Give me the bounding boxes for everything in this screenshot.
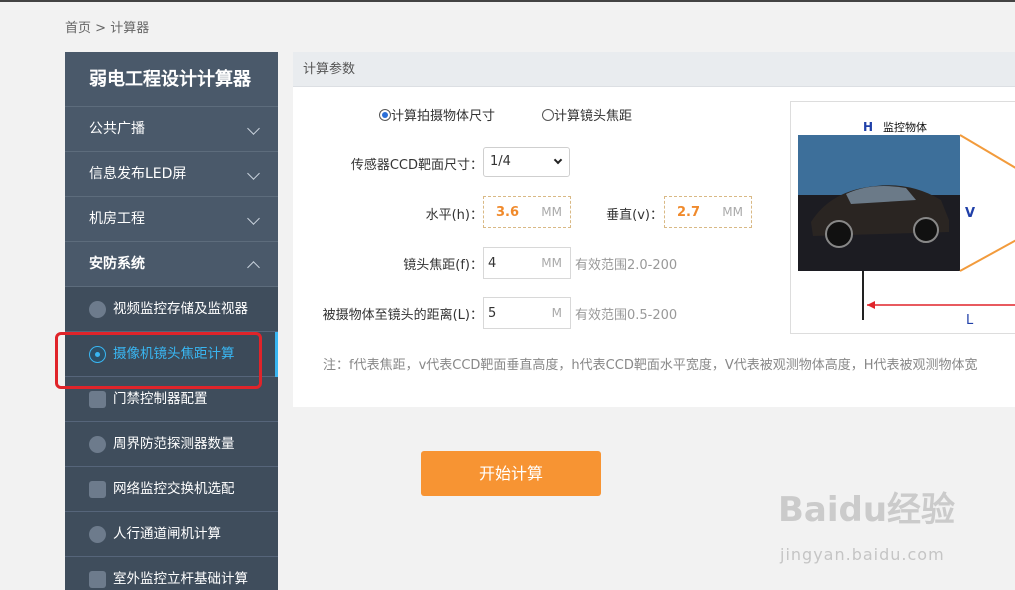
watermark-logo: Baidu经验	[778, 490, 956, 530]
category-label: 信息发布LED屏	[89, 166, 187, 182]
diagram-v-label: V	[965, 206, 975, 221]
diagram-h-label: H	[863, 120, 873, 134]
sidebar-item-label: 视频监控存储及监视器	[113, 301, 248, 317]
car-photo	[798, 135, 960, 271]
focal-value: 4	[488, 256, 497, 271]
distance-input[interactable]: 5 M	[483, 297, 571, 329]
sensor-select-value: 1/4	[490, 154, 511, 169]
sidebar-item-label: 网络监控交换机选配	[113, 481, 235, 497]
unit-label: MM	[722, 205, 743, 219]
sidebar-item-turnstile[interactable]: 人行通道闸机计算	[65, 512, 278, 557]
calc-panel: 计算参数 计算拍摄物体尺寸 计算镜头焦距 传感器CCD靶面尺寸： 1/4 水平(…	[293, 52, 1015, 407]
radio-label: 计算拍摄物体尺寸	[391, 109, 496, 124]
sensor-icon	[89, 436, 106, 453]
unit-label: MM	[541, 256, 562, 270]
vertical-field: 2.7 MM	[664, 196, 752, 228]
radio-unchecked-icon[interactable]	[542, 109, 554, 121]
unit-label: MM	[541, 205, 562, 219]
category-label: 安防系统	[89, 256, 145, 272]
breadcrumb-home[interactable]: 首页	[65, 21, 91, 36]
radio-calc-focal[interactable]: 计算镜头焦距	[542, 105, 632, 124]
diagram-l-label: L	[966, 313, 974, 328]
chevron-up-icon	[247, 261, 260, 274]
sidebar-item-label: 门禁控制器配置	[113, 391, 208, 407]
diagram-object-label: 监控物体	[883, 120, 927, 134]
category-label: 机房工程	[89, 211, 145, 227]
sidebar-title: 弱电工程设计计算器	[65, 52, 278, 107]
category-label: 公共广播	[89, 121, 145, 137]
sidebar-item-label: 人行通道闸机计算	[113, 526, 221, 542]
radio-label: 计算镜头焦距	[554, 109, 633, 124]
door-icon	[89, 391, 106, 408]
distance-label: 被摄物体至镜头的距离(L)：	[322, 308, 483, 323]
horizontal-label: 水平(h)：	[425, 208, 483, 223]
chevron-down-icon	[247, 167, 260, 180]
formula-note: 注：f代表焦距，v代表CCD靶面垂直高度，h代表CCD靶面水平宽度，V代表被观测…	[323, 358, 978, 373]
top-border	[0, 0, 1015, 2]
camera-diagram: H 监控物体 V L	[790, 101, 1015, 334]
focal-hint: 有效范围2.0-200	[575, 258, 678, 273]
horizontal-value: 3.6	[496, 205, 520, 220]
camera-icon	[89, 301, 106, 318]
sensor-label: 传感器CCD靶面尺寸：	[350, 158, 483, 173]
distance-value: 5	[488, 306, 497, 321]
sidebar-item-label: 室外监控立杆基础计算	[113, 571, 248, 587]
breadcrumb-current: 计算器	[110, 21, 150, 36]
chevron-down-icon	[247, 122, 260, 135]
sidebar-category-machine-room[interactable]: 机房工程	[65, 197, 278, 242]
diagram-svg: H 监控物体 V L	[798, 120, 1015, 328]
panel-header: 计算参数	[293, 52, 1015, 87]
sensor-select[interactable]: 1/4	[483, 147, 570, 177]
sidebar-item-perimeter[interactable]: 周界防范探测器数量	[65, 422, 278, 467]
vertical-value: 2.7	[677, 205, 701, 220]
sidebar-item-label: 周界防范探测器数量	[113, 436, 235, 452]
focal-input[interactable]: 4 MM	[483, 247, 571, 279]
radio-checked-icon[interactable]	[379, 109, 391, 121]
focal-label: 镜头焦距(f)：	[403, 258, 483, 273]
sidebar-category-broadcast[interactable]: 公共广播	[65, 107, 278, 152]
gate-icon	[89, 526, 106, 543]
sidebar-category-security[interactable]: 安防系统	[65, 242, 278, 287]
chevron-down-icon	[247, 212, 260, 225]
sidebar-item-pole-foundation[interactable]: 室外监控立杆基础计算	[65, 557, 278, 590]
breadcrumb: 首页 > 计算器	[65, 17, 149, 36]
radio-calc-size[interactable]: 计算拍摄物体尺寸	[379, 105, 495, 124]
sidebar-item-video-storage[interactable]: 视频监控存储及监视器	[65, 287, 278, 332]
switch-icon	[89, 481, 106, 498]
highlight-annotation	[55, 332, 262, 389]
sidebar-item-switch[interactable]: 网络监控交换机选配	[65, 467, 278, 512]
unit-label: M	[551, 306, 562, 320]
start-calculate-button[interactable]: 开始计算	[421, 451, 601, 496]
breadcrumb-separator: >	[91, 21, 111, 36]
distance-hint: 有效范围0.5-200	[575, 308, 678, 323]
sidebar: 弱电工程设计计算器 公共广播 信息发布LED屏 机房工程 安防系统 视频监控存储…	[65, 52, 278, 590]
vertical-label: 垂直(v)：	[606, 208, 663, 223]
horizontal-field: 3.6 MM	[483, 196, 571, 228]
watermark-url: jingyan.baidu.com	[780, 545, 945, 564]
pole-icon	[89, 571, 106, 588]
chevron-down-icon	[553, 155, 563, 165]
sidebar-category-led[interactable]: 信息发布LED屏	[65, 152, 278, 197]
